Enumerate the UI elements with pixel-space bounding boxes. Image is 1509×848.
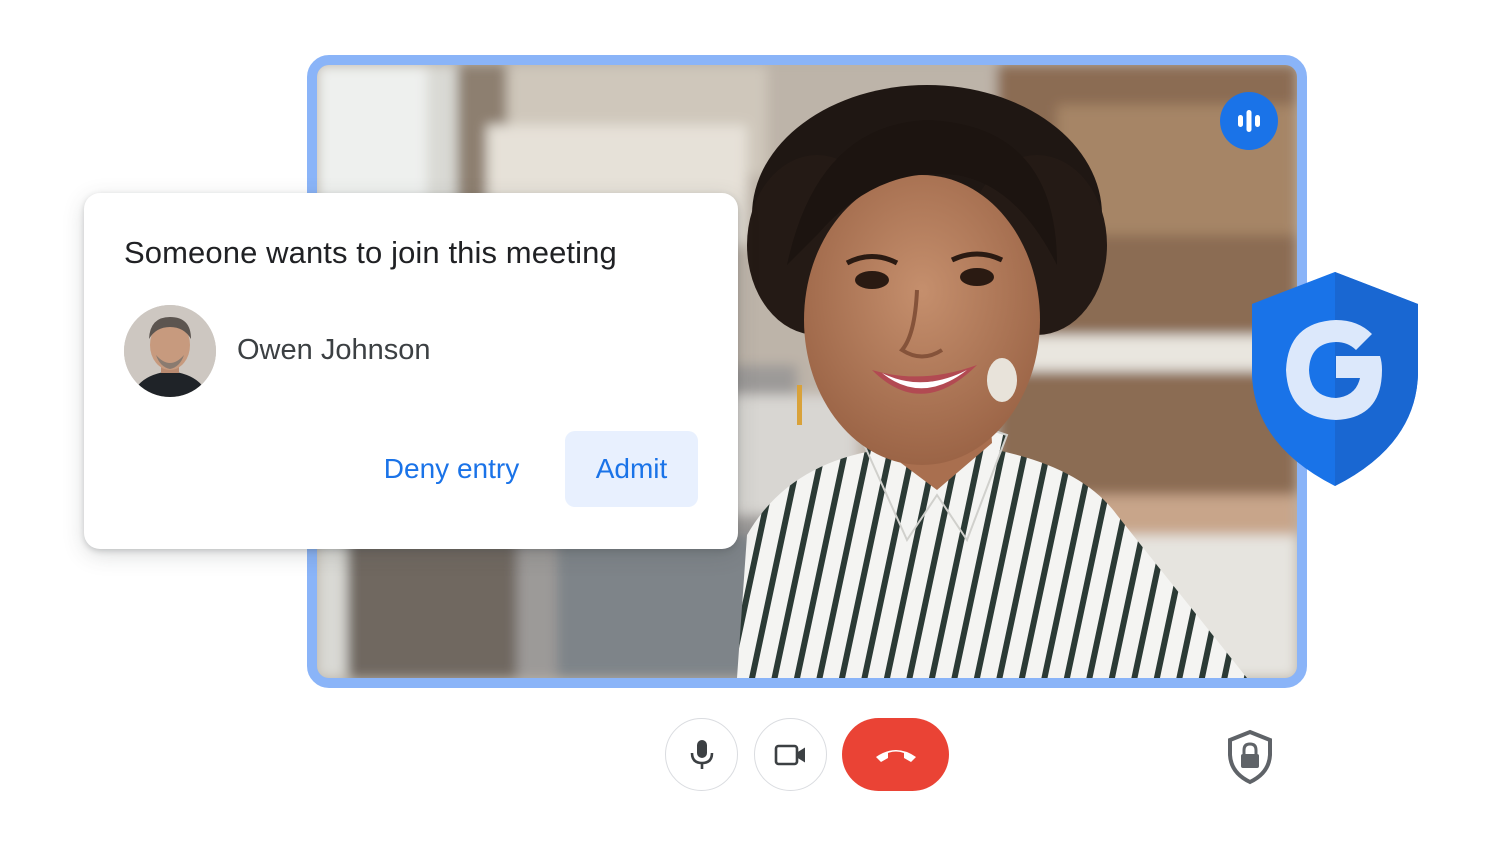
dialog-title: Someone wants to join this meeting xyxy=(124,235,617,270)
host-controls-button[interactable] xyxy=(1222,728,1278,786)
join-request-dialog: Someone wants to join this meeting Owen … xyxy=(84,193,738,549)
call-end-icon xyxy=(875,749,916,762)
deny-entry-button[interactable]: Deny entry xyxy=(364,431,539,507)
leave-call-button[interactable] xyxy=(842,718,949,791)
microphone-icon xyxy=(690,739,713,769)
requester-name: Owen Johnson xyxy=(237,334,431,366)
videocam-icon xyxy=(774,744,805,765)
shield-lock-icon xyxy=(1228,729,1272,785)
google-shield-icon xyxy=(1252,272,1418,486)
admit-button[interactable]: Admit xyxy=(565,431,698,507)
speaking-indicator-icon xyxy=(1238,110,1260,132)
microphone-button[interactable] xyxy=(665,718,738,791)
camera-button[interactable] xyxy=(754,718,827,791)
requester-avatar xyxy=(124,305,216,397)
speaking-indicator xyxy=(1220,92,1278,150)
